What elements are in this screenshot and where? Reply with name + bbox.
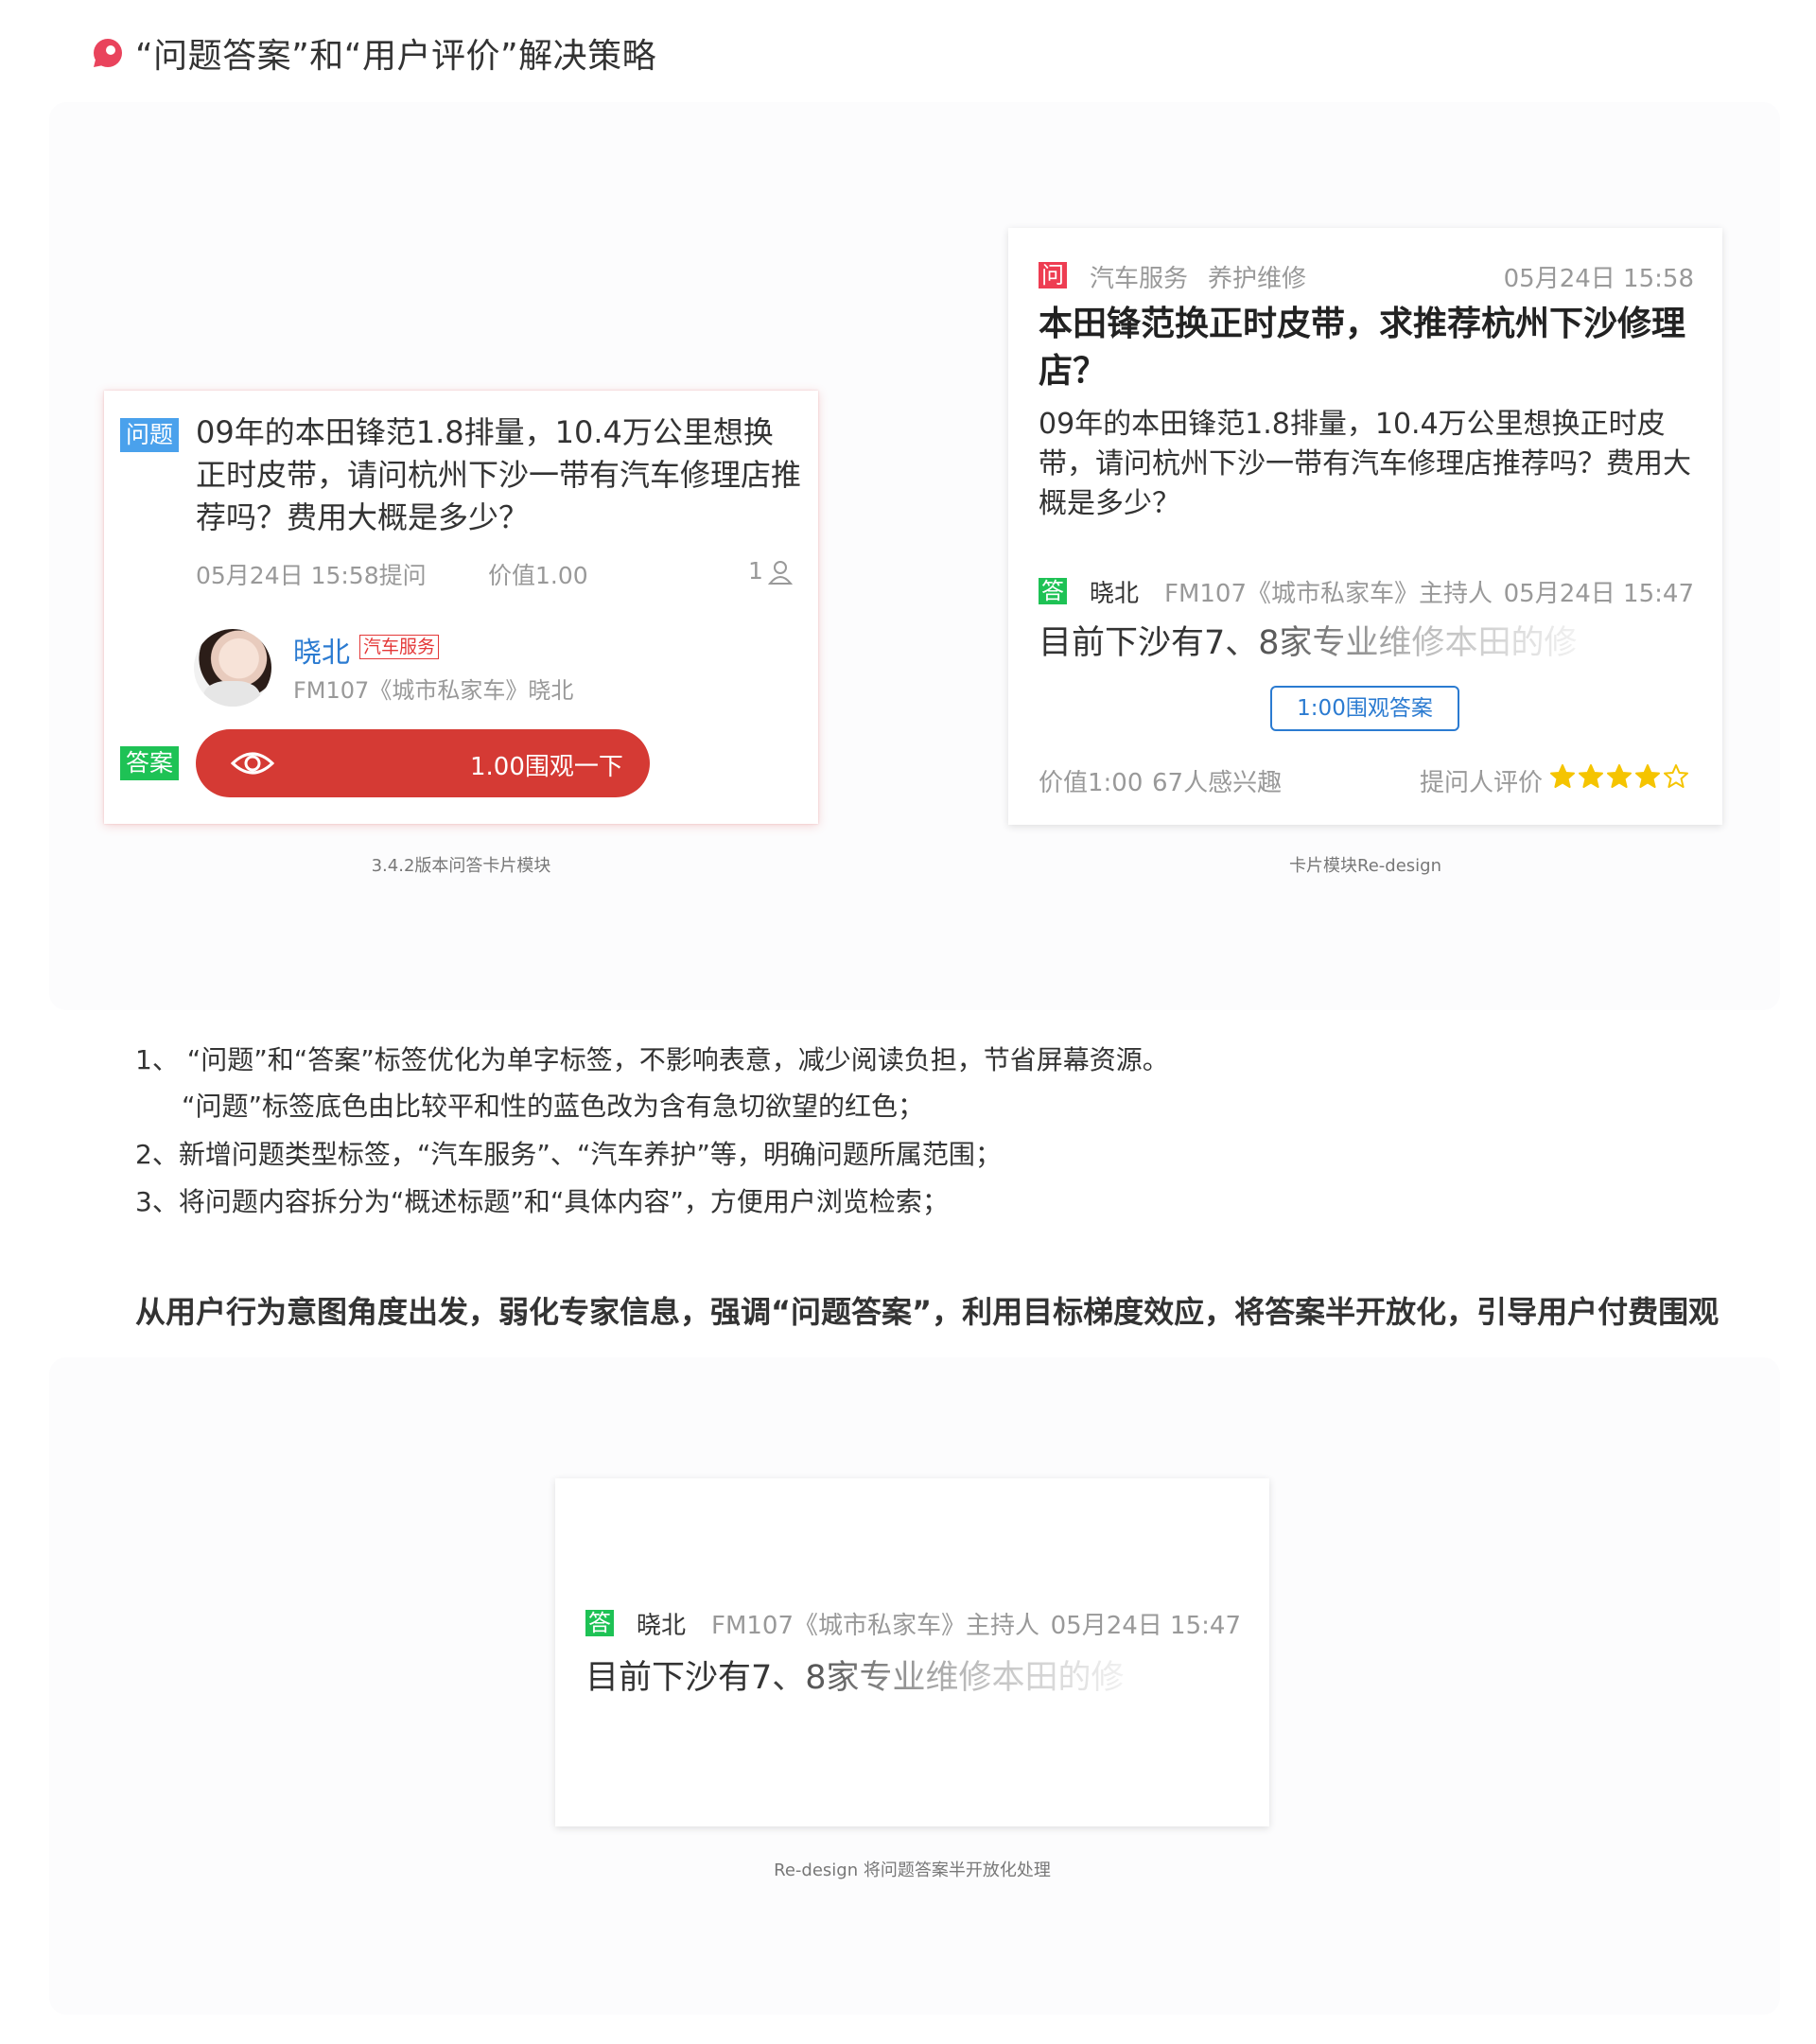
half-open-answer-card[interactable]: 答 晓北 FM107《城市私家车》主持人 05月24日 15:47 目前下沙有7… xyxy=(555,1478,1269,1826)
star-rating xyxy=(1550,764,1692,793)
star-filled-icon xyxy=(1550,764,1575,788)
answer-preview: 目前下沙有7、8家专业维修本田的修 xyxy=(1039,624,1578,662)
avatar[interactable] xyxy=(194,629,271,707)
list-item-1-continued: “问题”标签底色由比较平和性的蓝色改为含有急切欲望的红色； xyxy=(182,1091,925,1122)
answerer-name[interactable]: 晓北 xyxy=(637,1606,686,1641)
viewer-count: 1 xyxy=(748,557,763,585)
question-tag: 问题 xyxy=(120,418,180,452)
caption-old-card: 3.4.2版本问答卡片模块 xyxy=(371,856,551,876)
question-time: 05月24日 15:58 xyxy=(1503,265,1694,293)
answer-time: 05月24日 15:47 xyxy=(1050,1612,1241,1640)
page-title: “问题答案”和“用户评价”解决策略 xyxy=(135,37,657,76)
avatar-shoulders xyxy=(203,681,260,707)
caption-bottom-card: Re-design 将问题答案半开放化处理 xyxy=(774,1861,1051,1880)
list-item-2: 2、新增问题类型标签，“汽车服务”、“汽车养护”等，明确问题所属范围； xyxy=(135,1139,1002,1170)
evaluation-label: 提问人评价 xyxy=(1420,769,1544,797)
answerer-description: FM107《城市私家车》主持人 xyxy=(1164,580,1493,608)
question-value: 价值1:00 xyxy=(1039,769,1144,797)
list-item-1: 1、 “问题”和“答案”标签优化为单字标签，不影响表意，减少阅读负担，节省屏幕资… xyxy=(135,1044,1169,1075)
star-outline-icon xyxy=(1664,764,1688,788)
answer-time: 05月24日 15:47 xyxy=(1503,580,1694,608)
question-time: 05月24日 15:58提问 xyxy=(196,562,427,589)
category-tag-car-service[interactable]: 汽车服务 xyxy=(1090,259,1188,294)
view-answer-button[interactable]: 1:00围观答案 xyxy=(1270,686,1459,731)
star-filled-icon xyxy=(1579,764,1603,788)
expert-name[interactable]: 晓北 xyxy=(293,629,350,671)
star-filled-icon xyxy=(1607,764,1632,788)
caption-new-card: 卡片模块Re-design xyxy=(1289,856,1441,876)
category-tag-maintenance[interactable]: 养护维修 xyxy=(1208,259,1306,294)
redesigned-qa-card[interactable]: 问 汽车服务 养护维修 05月24日 15:58 本田锋范换正时皮带，求推荐杭州… xyxy=(1008,228,1722,825)
expert-description: FM107《城市私家车》晓北 xyxy=(293,677,574,704)
eye-icon xyxy=(231,752,274,775)
question-body: 09年的本田锋范1.8排量，10.4万公里想换正时皮带，请问杭州下沙一带有汽车修… xyxy=(1039,408,1691,520)
question-title: 09年的本田锋范1.8排量，10.4万公里想换正时皮带，请问杭州下沙一带有汽车修… xyxy=(196,414,802,535)
answer-preview: 目前下沙有7、8家专业维修本田的修 xyxy=(585,1659,1125,1697)
red-location-pin-icon xyxy=(94,39,122,67)
list-item-3: 3、将问题内容拆分为“概述标题”和“具体内容”，方便用户浏览检索； xyxy=(135,1186,949,1217)
question-tag: 问 xyxy=(1039,262,1067,288)
old-qa-card[interactable]: 问题 09年的本田锋范1.8排量，10.4万公里想换正时皮带，请问杭州下沙一带有… xyxy=(104,391,818,824)
answerer-description: FM107《城市私家车》主持人 xyxy=(711,1612,1040,1640)
pay-view-label: 1.00围观一下 xyxy=(470,753,623,781)
star-filled-icon xyxy=(1635,764,1660,788)
question-title: 本田锋范换正时皮带，求推荐杭州下沙修理店？ xyxy=(1039,305,1686,391)
answer-tag: 答 xyxy=(1039,578,1067,604)
pay-view-button[interactable]: 1.00围观一下 xyxy=(196,729,650,797)
answer-tag: 答 xyxy=(585,1610,614,1636)
category-tag: 汽车服务 xyxy=(359,635,440,659)
strategy-summary: 从用户行为意图角度出发，弱化专家信息，强调“问题答案”，利用目标梯度效应，将答案… xyxy=(135,1294,1720,1330)
person-icon xyxy=(768,561,793,585)
question-value: 价值1.00 xyxy=(488,562,588,589)
answerer-name[interactable]: 晓北 xyxy=(1090,574,1139,609)
answer-tag: 答案 xyxy=(120,746,180,780)
interest-count: 67人感兴趣 xyxy=(1152,769,1283,797)
